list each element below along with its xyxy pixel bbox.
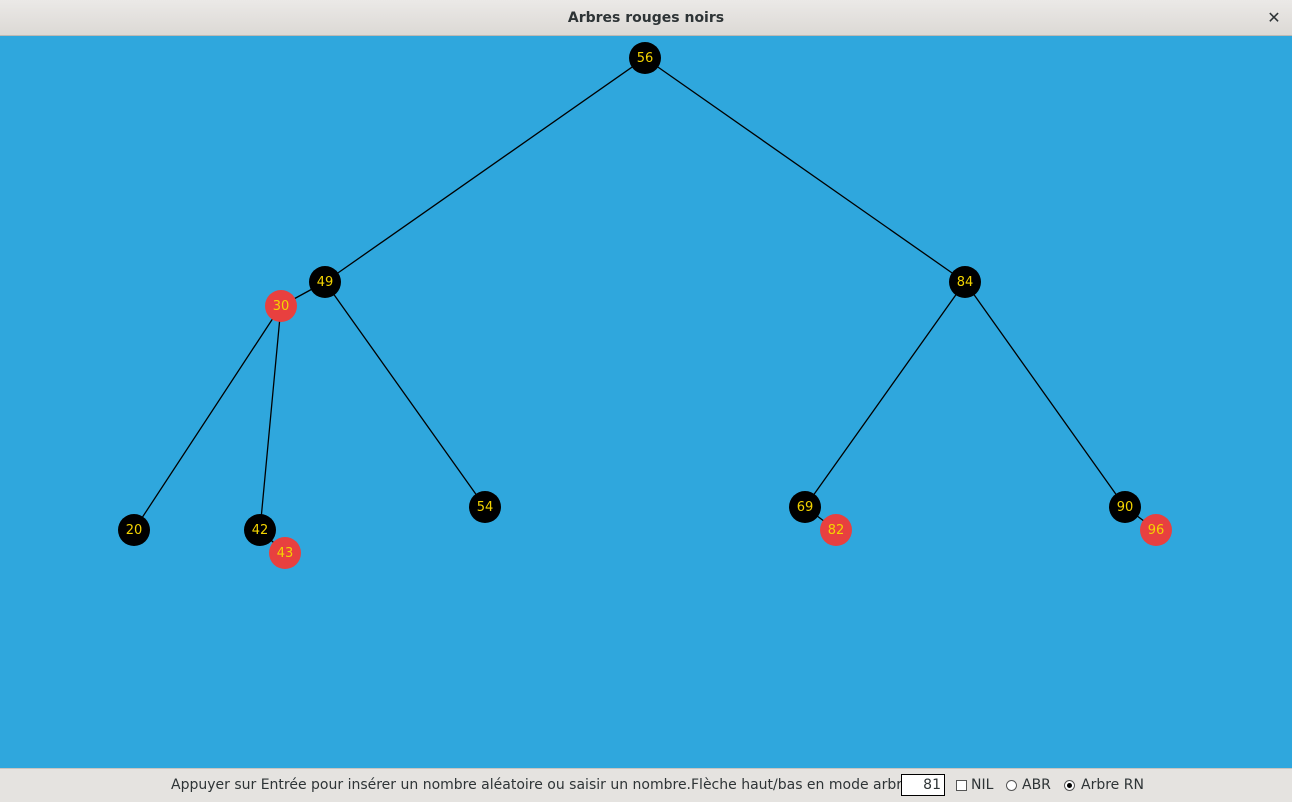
close-icon[interactable]: ✕ [1264,8,1284,28]
window-title: Arbres rouges noirs [567,10,725,26]
tree-node-56: 56 [629,42,661,74]
nil-checkbox[interactable] [956,780,967,791]
control-bar: Appuyer sur Entrée pour insérer un nombr… [0,768,1292,802]
tree-node-69: 69 [789,491,821,523]
tree-node-43: 43 [269,537,301,569]
tree-node-54: 54 [469,491,501,523]
abr-radio[interactable] [1006,780,1017,791]
tree-node-20: 20 [118,514,150,546]
instructions-text: Appuyer sur Entrée pour insérer un nombr… [171,777,940,793]
tree-node-49: 49 [309,266,341,298]
window-titlebar: Arbres rouges noirs ✕ [0,0,1292,36]
tree-node-30: 30 [265,290,297,322]
tree-node-82: 82 [820,514,852,546]
edge-n30-n20 [133,305,282,531]
abr-label[interactable]: ABR [1022,769,1051,802]
edge-n56-n49 [324,57,646,283]
tree-canvas[interactable]: 56 49 84 30 20 42 43 54 69 82 90 96 [0,37,1292,768]
edge-n30-n42 [259,305,282,531]
arbre-rn-radio[interactable] [1064,780,1075,791]
number-input[interactable]: 81 [901,774,945,796]
tree-edges [133,57,1157,554]
tree-node-84: 84 [949,266,981,298]
tree-node-90: 90 [1109,491,1141,523]
edge-n84-n69 [804,281,966,508]
arbre-rn-label[interactable]: Arbre RN [1081,769,1144,802]
edge-n84-n90 [964,281,1126,508]
nil-label[interactable]: NIL [971,769,993,802]
edge-n49-n54 [324,281,486,508]
edge-n56-n84 [644,57,966,283]
tree-node-96: 96 [1140,514,1172,546]
tree-node-42: 42 [244,514,276,546]
